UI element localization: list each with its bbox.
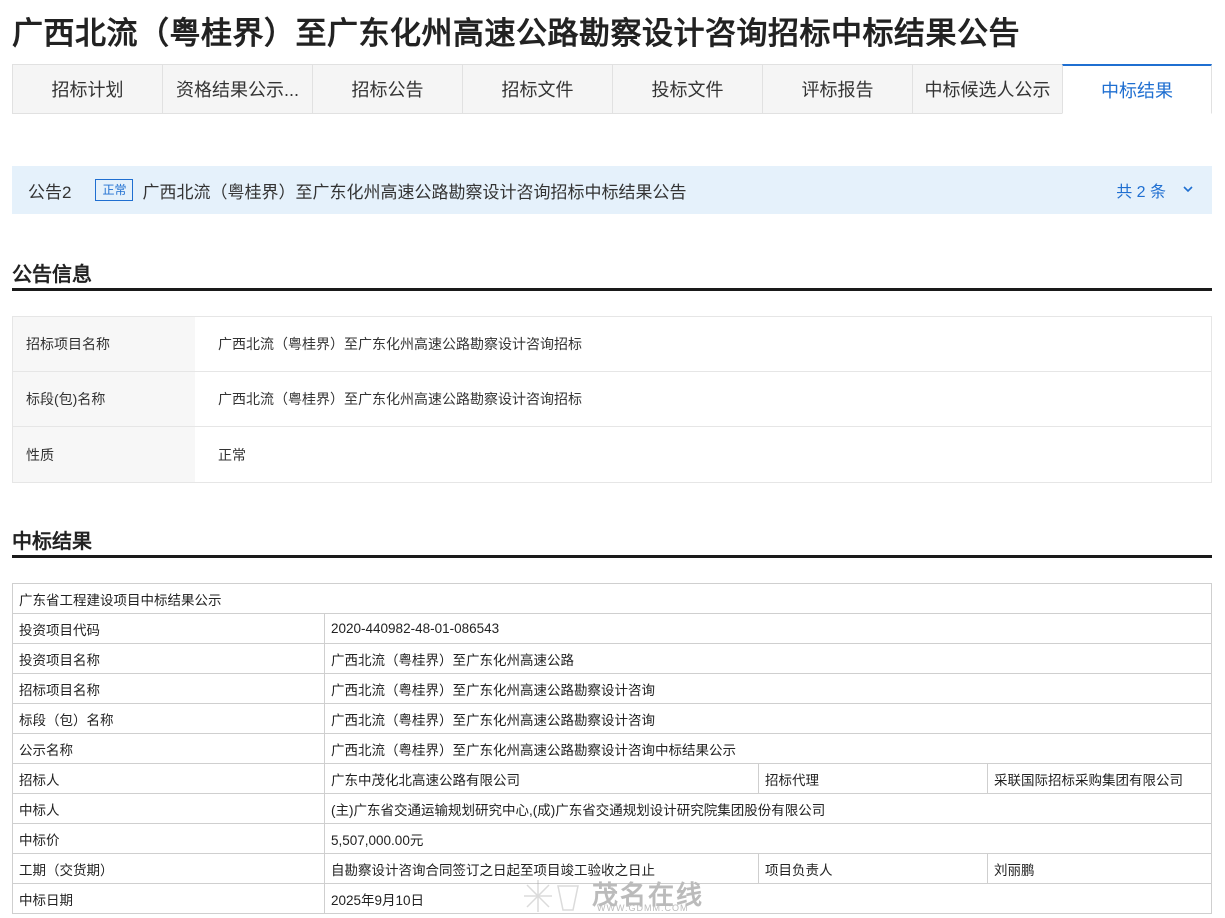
tab-winning-candidates[interactable]: 中标候选人公示 — [912, 64, 1062, 114]
table-row: 招标项目名称 广西北流（粤桂界）至广东化州高速公路勘察设计咨询 — [12, 673, 1212, 704]
info-label: 标段(包)名称 — [13, 372, 195, 426]
result-label: 项目负责人 — [758, 853, 988, 884]
table-title-cell: 广东省工程建设项目中标结果公示 — [12, 583, 1212, 614]
table-row: 中标价 5,507,000.00元 — [12, 823, 1212, 854]
result-value: 广西北流（粤桂界）至广东化州高速公路勘察设计咨询 — [324, 703, 1212, 734]
table-row: 投资项目名称 广西北流（粤桂界）至广东化州高速公路 — [12, 643, 1212, 674]
notice-count[interactable]: 共 2 条 — [1116, 178, 1166, 202]
chevron-down-icon[interactable] — [1182, 183, 1194, 195]
table-row: 中标人 (主)广东省交通运输规划研究中心,(成)广东省交通规划设计研究院集团股份… — [12, 793, 1212, 824]
result-value: 2020-440982-48-01-086543 — [324, 613, 1212, 644]
table-row: 招标项目名称 广西北流（粤桂界）至广东化州高速公路勘察设计咨询招标 — [13, 317, 1211, 372]
result-value: (主)广东省交通运输规划研究中心,(成)广东省交通规划设计研究院集团股份有限公司 — [324, 793, 1212, 824]
result-label: 公示名称 — [12, 733, 325, 764]
table-row: 标段(包)名称 广西北流（粤桂界）至广东化州高速公路勘察设计咨询招标 — [13, 372, 1211, 427]
section-divider — [12, 288, 1212, 291]
notice-title: 广西北流（粤桂界）至广东化州高速公路勘察设计咨询招标中标结果公告 — [142, 182, 687, 202]
tab-qualification-result[interactable]: 资格结果公示... — [162, 64, 312, 114]
result-label: 招标人 — [12, 763, 325, 794]
status-badge: 正常 — [95, 179, 134, 201]
result-value: 广东中茂化北高速公路有限公司 — [324, 763, 759, 794]
section-title-winning-result: 中标结果 — [12, 531, 92, 553]
result-value: 广西北流（粤桂界）至广东化州高速公路勘察设计咨询中标结果公示 — [324, 733, 1212, 764]
tab-bid-documents[interactable]: 招标文件 — [462, 64, 612, 114]
notice-info-table: 招标项目名称 广西北流（粤桂界）至广东化州高速公路勘察设计咨询招标 标段(包)名… — [12, 316, 1212, 483]
result-value: 广西北流（粤桂界）至广东化州高速公路勘察设计咨询 — [324, 673, 1212, 704]
watermark-url: WWW.GDMM.COM — [597, 903, 689, 913]
result-value: 2025年9月10日 — [324, 883, 1212, 914]
result-value: 5,507,000.00元 — [324, 823, 1212, 854]
table-row: 公示名称 广西北流（粤桂界）至广东化州高速公路勘察设计咨询中标结果公示 — [12, 733, 1212, 764]
result-label: 投资项目名称 — [12, 643, 325, 674]
result-label: 工期（交货期） — [12, 853, 325, 884]
result-label: 中标人 — [12, 793, 325, 824]
info-label: 性质 — [13, 427, 195, 482]
winning-result-table: 广东省工程建设项目中标结果公示 投资项目代码 2020-440982-48-01… — [12, 583, 1212, 914]
result-label: 标段（包）名称 — [12, 703, 325, 734]
table-row: 投资项目代码 2020-440982-48-01-086543 — [12, 613, 1212, 644]
info-value: 正常 — [218, 446, 246, 463]
result-label: 招标项目名称 — [12, 673, 325, 704]
notice-number: 公告2 — [28, 182, 72, 202]
table-row: 广东省工程建设项目中标结果公示 — [12, 583, 1212, 614]
tab-bid-plan[interactable]: 招标计划 — [12, 64, 162, 114]
section-divider — [12, 555, 1212, 558]
table-row: 标段（包）名称 广西北流（粤桂界）至广东化州高速公路勘察设计咨询 — [12, 703, 1212, 734]
table-row: 招标人 广东中茂化北高速公路有限公司 招标代理 采联国际招标采购集团有限公司 — [12, 763, 1212, 794]
result-label: 招标代理 — [758, 763, 988, 794]
result-label: 中标价 — [12, 823, 325, 854]
page-title: 广西北流（粤桂界）至广东化州高速公路勘察设计咨询招标中标结果公告 — [12, 16, 1020, 51]
result-value: 刘丽鹏 — [987, 853, 1212, 884]
tab-evaluation-report[interactable]: 评标报告 — [762, 64, 912, 114]
notice-selector[interactable]: 公告2 正常 广西北流（粤桂界）至广东化州高速公路勘察设计咨询招标中标结果公告 … — [12, 166, 1212, 214]
info-value: 广西北流（粤桂界）至广东化州高速公路勘察设计咨询招标 — [218, 391, 582, 407]
info-label: 招标项目名称 — [13, 317, 195, 371]
result-value: 广西北流（粤桂界）至广东化州高速公路 — [324, 643, 1212, 674]
result-value: 采联国际招标采购集团有限公司 — [987, 763, 1212, 794]
tab-winning-result[interactable]: 中标结果 — [1062, 64, 1212, 114]
result-label: 投资项目代码 — [12, 613, 325, 644]
info-value: 广西北流（粤桂界）至广东化州高速公路勘察设计咨询招标 — [218, 336, 582, 352]
tab-bar: 招标计划 资格结果公示... 招标公告 招标文件 投标文件 评标报告 中标候选人… — [12, 64, 1212, 114]
tab-bid-announcement[interactable]: 招标公告 — [312, 64, 462, 114]
result-label: 中标日期 — [12, 883, 325, 914]
tab-tender-documents[interactable]: 投标文件 — [612, 64, 762, 114]
section-title-notice-info: 公告信息 — [12, 264, 92, 286]
table-row: 性质 正常 — [13, 427, 1211, 482]
